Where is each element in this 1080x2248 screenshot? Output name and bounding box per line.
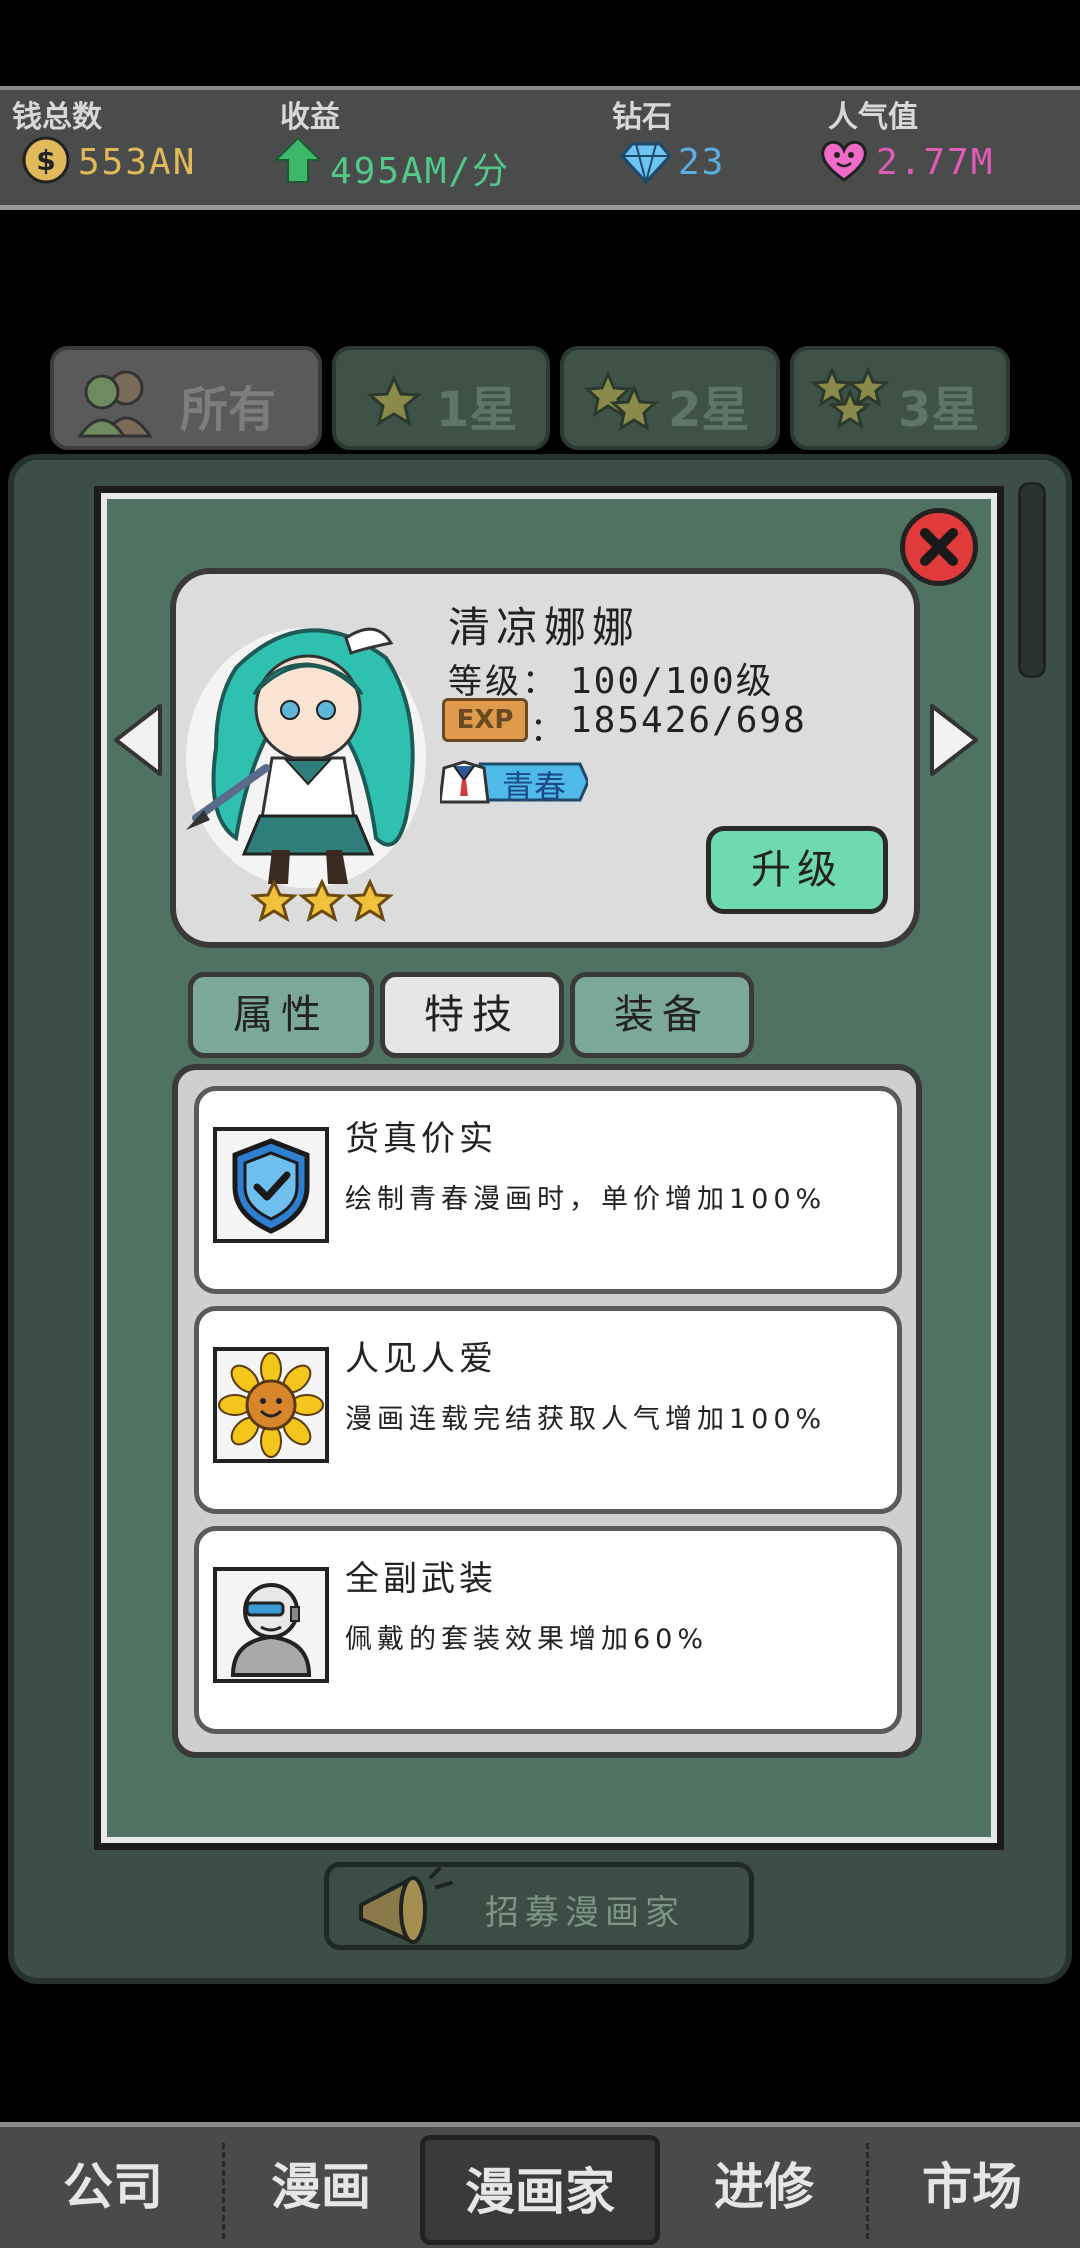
close-icon [920, 528, 958, 566]
filter-tab-2star[interactable]: 2星 [560, 346, 780, 450]
three-stars-icon [810, 366, 890, 430]
upgrade-button[interactable]: 升级 [706, 826, 888, 914]
close-button[interactable] [900, 508, 978, 586]
shield-check-icon [213, 1127, 329, 1243]
nav-divider [866, 2143, 869, 2239]
arrow-up-icon [273, 136, 323, 183]
genre-tag: 青春 [440, 758, 588, 806]
svg-text:$: $ [36, 144, 55, 177]
exp-badge: EXP [442, 698, 528, 742]
stat-money-label: 钱总数 [12, 100, 102, 135]
people-icon [77, 370, 153, 438]
stat-income: 收益 495AM/分 [264, 90, 594, 210]
stat-income-label: 收益 [280, 100, 340, 135]
stat-diamond-label: 钻石 [612, 100, 672, 135]
filter-tab-1star[interactable]: 1星 [332, 346, 550, 450]
nav-tab-market[interactable]: 市场 [870, 2135, 1074, 2245]
stat-money: 钱总数 $ 553AN [12, 90, 262, 210]
next-artist-button[interactable] [924, 700, 984, 780]
rarity-stars [250, 878, 394, 923]
nav-tab-training[interactable]: 进修 [664, 2135, 864, 2245]
filter-tab-3star-label: 3星 [898, 382, 980, 438]
filter-tab-2star-label: 2星 [668, 382, 750, 438]
stat-popularity-value: 2.77M [876, 142, 995, 183]
nav-tab-artists[interactable]: 漫画家 [420, 2135, 660, 2245]
skill-name: 全副武装 [345, 1559, 497, 1599]
tab-equipment[interactable]: 装备 [570, 972, 754, 1058]
stat-money-value: 553AN [78, 142, 197, 183]
exp-value: 185426/698 [570, 700, 807, 741]
tab-attributes[interactable]: 属性 [188, 972, 374, 1058]
stat-popularity: 人气值 2.77M [810, 90, 1070, 210]
skill-item: 货真价实 绘制青春漫画时，单价增加100% [194, 1086, 902, 1294]
star-icon [366, 374, 422, 427]
skill-desc: 绘制青春漫画时，单价增加100% [345, 1184, 827, 1215]
recruit-artist-label: 招募漫画家 [485, 1893, 685, 1933]
filter-tab-all[interactable]: 所有 [50, 346, 322, 450]
bottom-nav: 公司 漫画 漫画家 进修 市场 [0, 2122, 1080, 2248]
level-label: 等级： [448, 662, 559, 702]
heart-icon [821, 140, 867, 182]
skill-item: 人见人爱 漫画连载完结获取人气增加100% [194, 1306, 902, 1514]
genre-tag-label: 青春 [502, 768, 567, 806]
exp-colon: ： [530, 710, 567, 750]
filter-tab-1star-label: 1星 [436, 382, 518, 438]
skill-desc: 漫画连载完结获取人气增加100% [345, 1404, 827, 1435]
skill-desc: 佩戴的套装效果增加60% [345, 1624, 709, 1655]
star-icon [346, 878, 394, 923]
nav-divider [222, 2143, 225, 2239]
diamond-icon [620, 142, 672, 186]
filter-tab-all-label: 所有 [180, 382, 277, 438]
scrollbar[interactable] [1018, 482, 1046, 678]
star-icon [298, 878, 346, 923]
tab-skills[interactable]: 特技 [380, 972, 564, 1058]
skill-name: 人见人爱 [345, 1339, 497, 1379]
recruit-artist-button[interactable]: 招募漫画家 [324, 1862, 754, 1950]
stat-diamond: 钻石 23 [612, 90, 812, 210]
nav-tab-comics[interactable]: 漫画 [226, 2135, 416, 2245]
stat-income-value: 495AM/分 [330, 151, 511, 192]
armor-helmet-icon [213, 1567, 329, 1683]
megaphone-icon [359, 1867, 453, 1945]
prev-artist-button[interactable] [108, 700, 168, 780]
stat-diamond-value: 23 [678, 142, 726, 183]
two-stars-icon [583, 370, 659, 432]
level-value: 100/100级 [570, 661, 774, 702]
sunflower-icon [213, 1347, 329, 1463]
coin-icon: $ [22, 136, 70, 184]
stats-bar: 钱总数 $ 553AN 收益 495AM/分 钻石 23 人气值 2.77M [0, 86, 1080, 210]
character-name: 清凉娜娜 [448, 603, 641, 652]
character-portrait [186, 627, 426, 888]
star-icon [250, 878, 298, 923]
skill-item: 全副武装 佩戴的套装效果增加60% [194, 1526, 902, 1734]
skill-name: 货真价实 [345, 1119, 497, 1159]
stat-popularity-label: 人气值 [828, 100, 918, 135]
filter-tab-3star[interactable]: 3星 [790, 346, 1010, 450]
nav-tab-company[interactable]: 公司 [6, 2135, 220, 2245]
